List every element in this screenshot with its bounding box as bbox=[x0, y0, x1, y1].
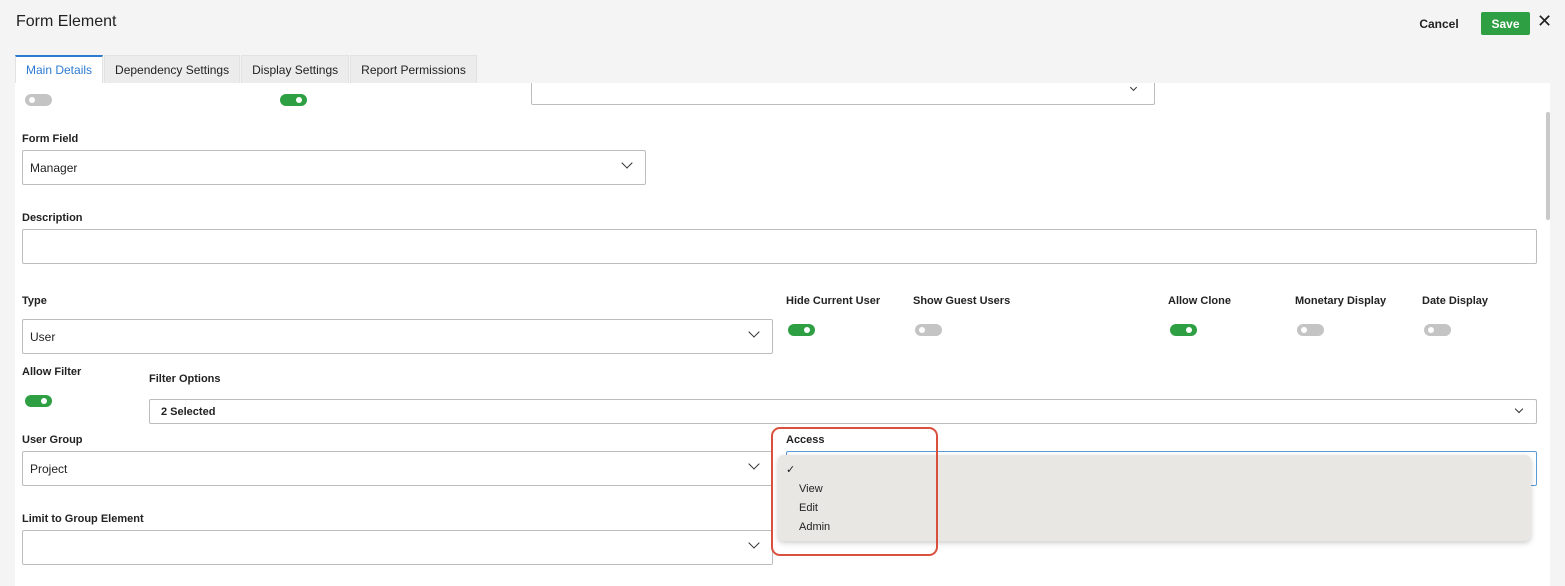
user-group-label: User Group bbox=[22, 434, 83, 446]
checkmark-icon: ✓ bbox=[786, 464, 796, 476]
tab-report-permissions[interactable]: Report Permissions bbox=[350, 55, 477, 83]
limit-to-group-element-label: Limit to Group Element bbox=[22, 513, 144, 525]
header-bar: Form Element Cancel Save ✕ bbox=[0, 0, 1565, 50]
description-label: Description bbox=[22, 212, 83, 224]
tab-display-settings[interactable]: Display Settings bbox=[241, 55, 350, 83]
top-toggle-1[interactable] bbox=[25, 94, 52, 106]
user-group-value: Project bbox=[30, 462, 68, 476]
top-toggle-2[interactable] bbox=[280, 94, 307, 106]
filter-options-label: Filter Options bbox=[149, 373, 221, 385]
tab-dependency-settings[interactable]: Dependency Settings bbox=[104, 55, 241, 83]
close-icon[interactable]: ✕ bbox=[1537, 11, 1552, 31]
page-title: Form Element bbox=[16, 13, 117, 30]
chevron-down-icon bbox=[748, 537, 760, 549]
type-label: Type bbox=[22, 295, 47, 307]
access-dropdown-menu: ✓ View Edit Admin bbox=[778, 455, 1531, 541]
date-display-toggle[interactable] bbox=[1424, 324, 1451, 336]
show-guest-users-toggle[interactable] bbox=[915, 324, 942, 336]
chevron-down-icon bbox=[1129, 83, 1138, 92]
form-field-value: Manager bbox=[30, 161, 78, 175]
user-group-select[interactable]: Project bbox=[22, 451, 773, 486]
show-guest-users-label: Show Guest Users bbox=[913, 295, 1011, 307]
chevron-down-icon bbox=[748, 458, 760, 470]
type-select[interactable]: User bbox=[22, 319, 773, 354]
limit-to-group-element-select[interactable] bbox=[22, 530, 773, 565]
access-option-edit[interactable]: Edit bbox=[799, 502, 818, 514]
save-button[interactable]: Save bbox=[1481, 12, 1530, 35]
allow-clone-label: Allow Clone bbox=[1168, 295, 1231, 307]
top-select[interactable] bbox=[531, 83, 1155, 105]
hide-current-user-toggle[interactable] bbox=[788, 324, 815, 336]
form-field-select[interactable]: Manager bbox=[22, 150, 646, 185]
allow-filter-toggle[interactable] bbox=[25, 395, 52, 407]
description-input[interactable] bbox=[22, 229, 1537, 264]
chevron-down-icon bbox=[1514, 404, 1524, 414]
filter-options-value: 2 Selected bbox=[161, 406, 216, 418]
chevron-down-icon bbox=[748, 326, 760, 338]
monetary-display-label: Monetary Display bbox=[1295, 295, 1387, 307]
tab-main-details[interactable]: Main Details bbox=[15, 55, 104, 83]
filter-options-select[interactable]: 2 Selected bbox=[149, 399, 1537, 424]
access-option-admin[interactable]: Admin bbox=[799, 521, 830, 533]
access-label: Access bbox=[786, 434, 825, 446]
scrollbar-thumb[interactable] bbox=[1546, 112, 1550, 220]
form-field-label: Form Field bbox=[22, 133, 79, 145]
hide-current-user-label: Hide Current User bbox=[786, 295, 881, 307]
tab-bar: Main Details Dependency Settings Display… bbox=[15, 55, 478, 83]
cancel-button[interactable]: Cancel bbox=[1408, 12, 1470, 36]
type-value: User bbox=[30, 330, 56, 344]
date-display-label: Date Display bbox=[1422, 295, 1489, 307]
monetary-display-toggle[interactable] bbox=[1297, 324, 1324, 336]
access-option-view[interactable]: View bbox=[799, 483, 823, 495]
chevron-down-icon bbox=[621, 157, 633, 169]
allow-filter-label: Allow Filter bbox=[22, 366, 82, 378]
allow-clone-toggle[interactable] bbox=[1170, 324, 1197, 336]
